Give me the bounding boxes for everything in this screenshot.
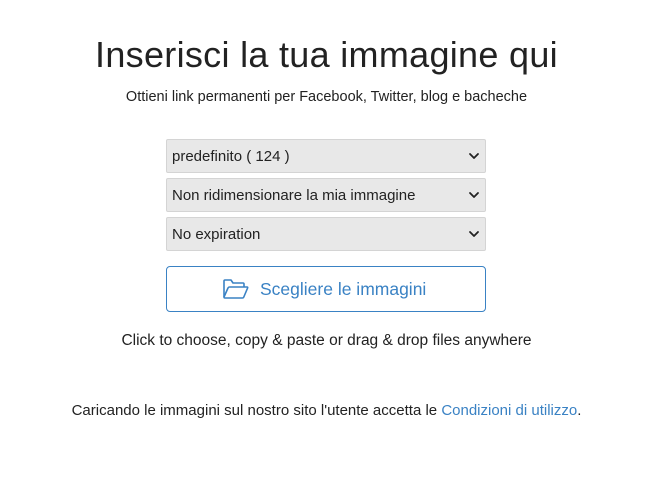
upload-page: Inserisci la tua immagine qui Ottieni li… [0,0,663,481]
chevron-down-icon [469,153,479,159]
page-title: Inserisci la tua immagine qui [95,34,558,75]
album-select-value: predefinito ( 124 ) [172,148,290,165]
chevron-down-icon [469,231,479,237]
expiration-select-value: No expiration [172,226,261,243]
upload-hint: Click to choose, copy & paste or drag & … [121,332,532,349]
page-subtitle: Ottieni link permanenti per Facebook, Tw… [125,89,528,105]
terms-prefix: Caricando le immagini sul nostro sito l'… [71,402,442,419]
folder-open-icon [223,279,249,299]
chevron-down-icon [469,192,479,198]
resize-select-value: Non ridimensionare la mia immagine [172,187,416,204]
choose-images-label: Scegliere le immagini [260,279,427,299]
choose-images-button[interactable]: Scegliere le immagini [166,266,486,312]
terms-suffix: . [577,402,582,419]
album-select[interactable]: predefinito ( 124 ) [166,139,486,173]
expiration-select[interactable]: No expiration [166,217,486,251]
resize-select[interactable]: Non ridimensionare la mia immagine [166,178,486,212]
terms-link[interactable]: Condizioni di utilizzo [441,402,577,419]
terms-notice: Caricando le immagini sul nostro sito l'… [0,402,653,419]
